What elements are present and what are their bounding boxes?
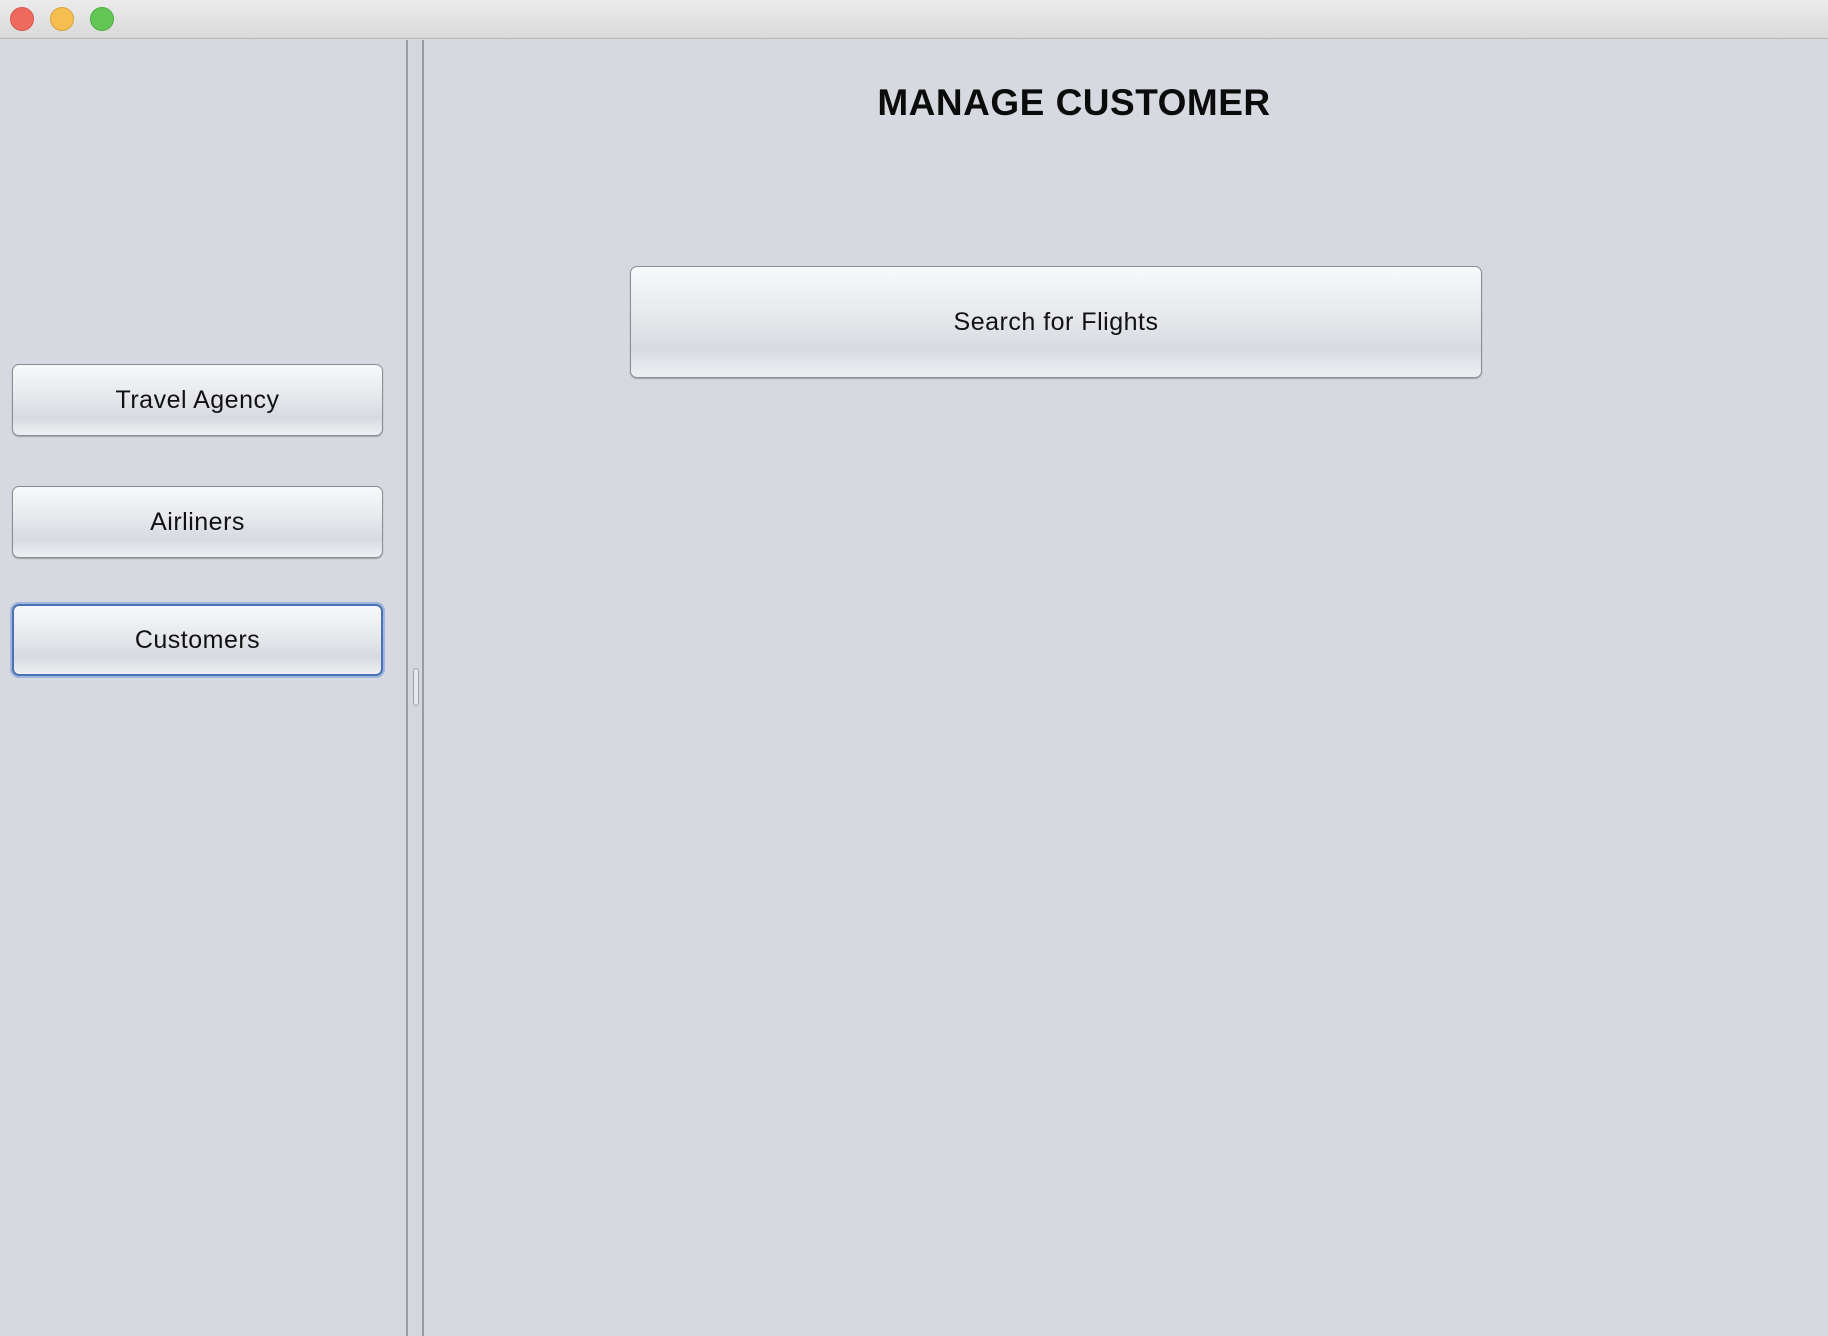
split-pane-divider[interactable] [406,40,424,1336]
search-for-flights-button[interactable]: Search for Flights [630,266,1482,378]
page-title: MANAGE CUSTOMER [877,82,1271,123]
customers-button[interactable]: Customers [12,604,383,676]
minimize-window-button[interactable] [50,7,74,31]
close-window-button[interactable] [10,7,34,31]
airliners-button[interactable]: Airliners [12,486,383,558]
travel-agency-button[interactable]: Travel Agency [12,364,383,436]
divider-grip-handle[interactable] [413,668,419,706]
title-bar[interactable] [0,0,1828,39]
sidebar-panel: Travel Agency Airliners Customers [0,40,406,1336]
app-window: Travel Agency Airliners Customers MANAGE… [0,0,1828,1336]
main-panel: MANAGE CUSTOMER Search for Flights [426,40,1828,1336]
zoom-window-button[interactable] [90,7,114,31]
